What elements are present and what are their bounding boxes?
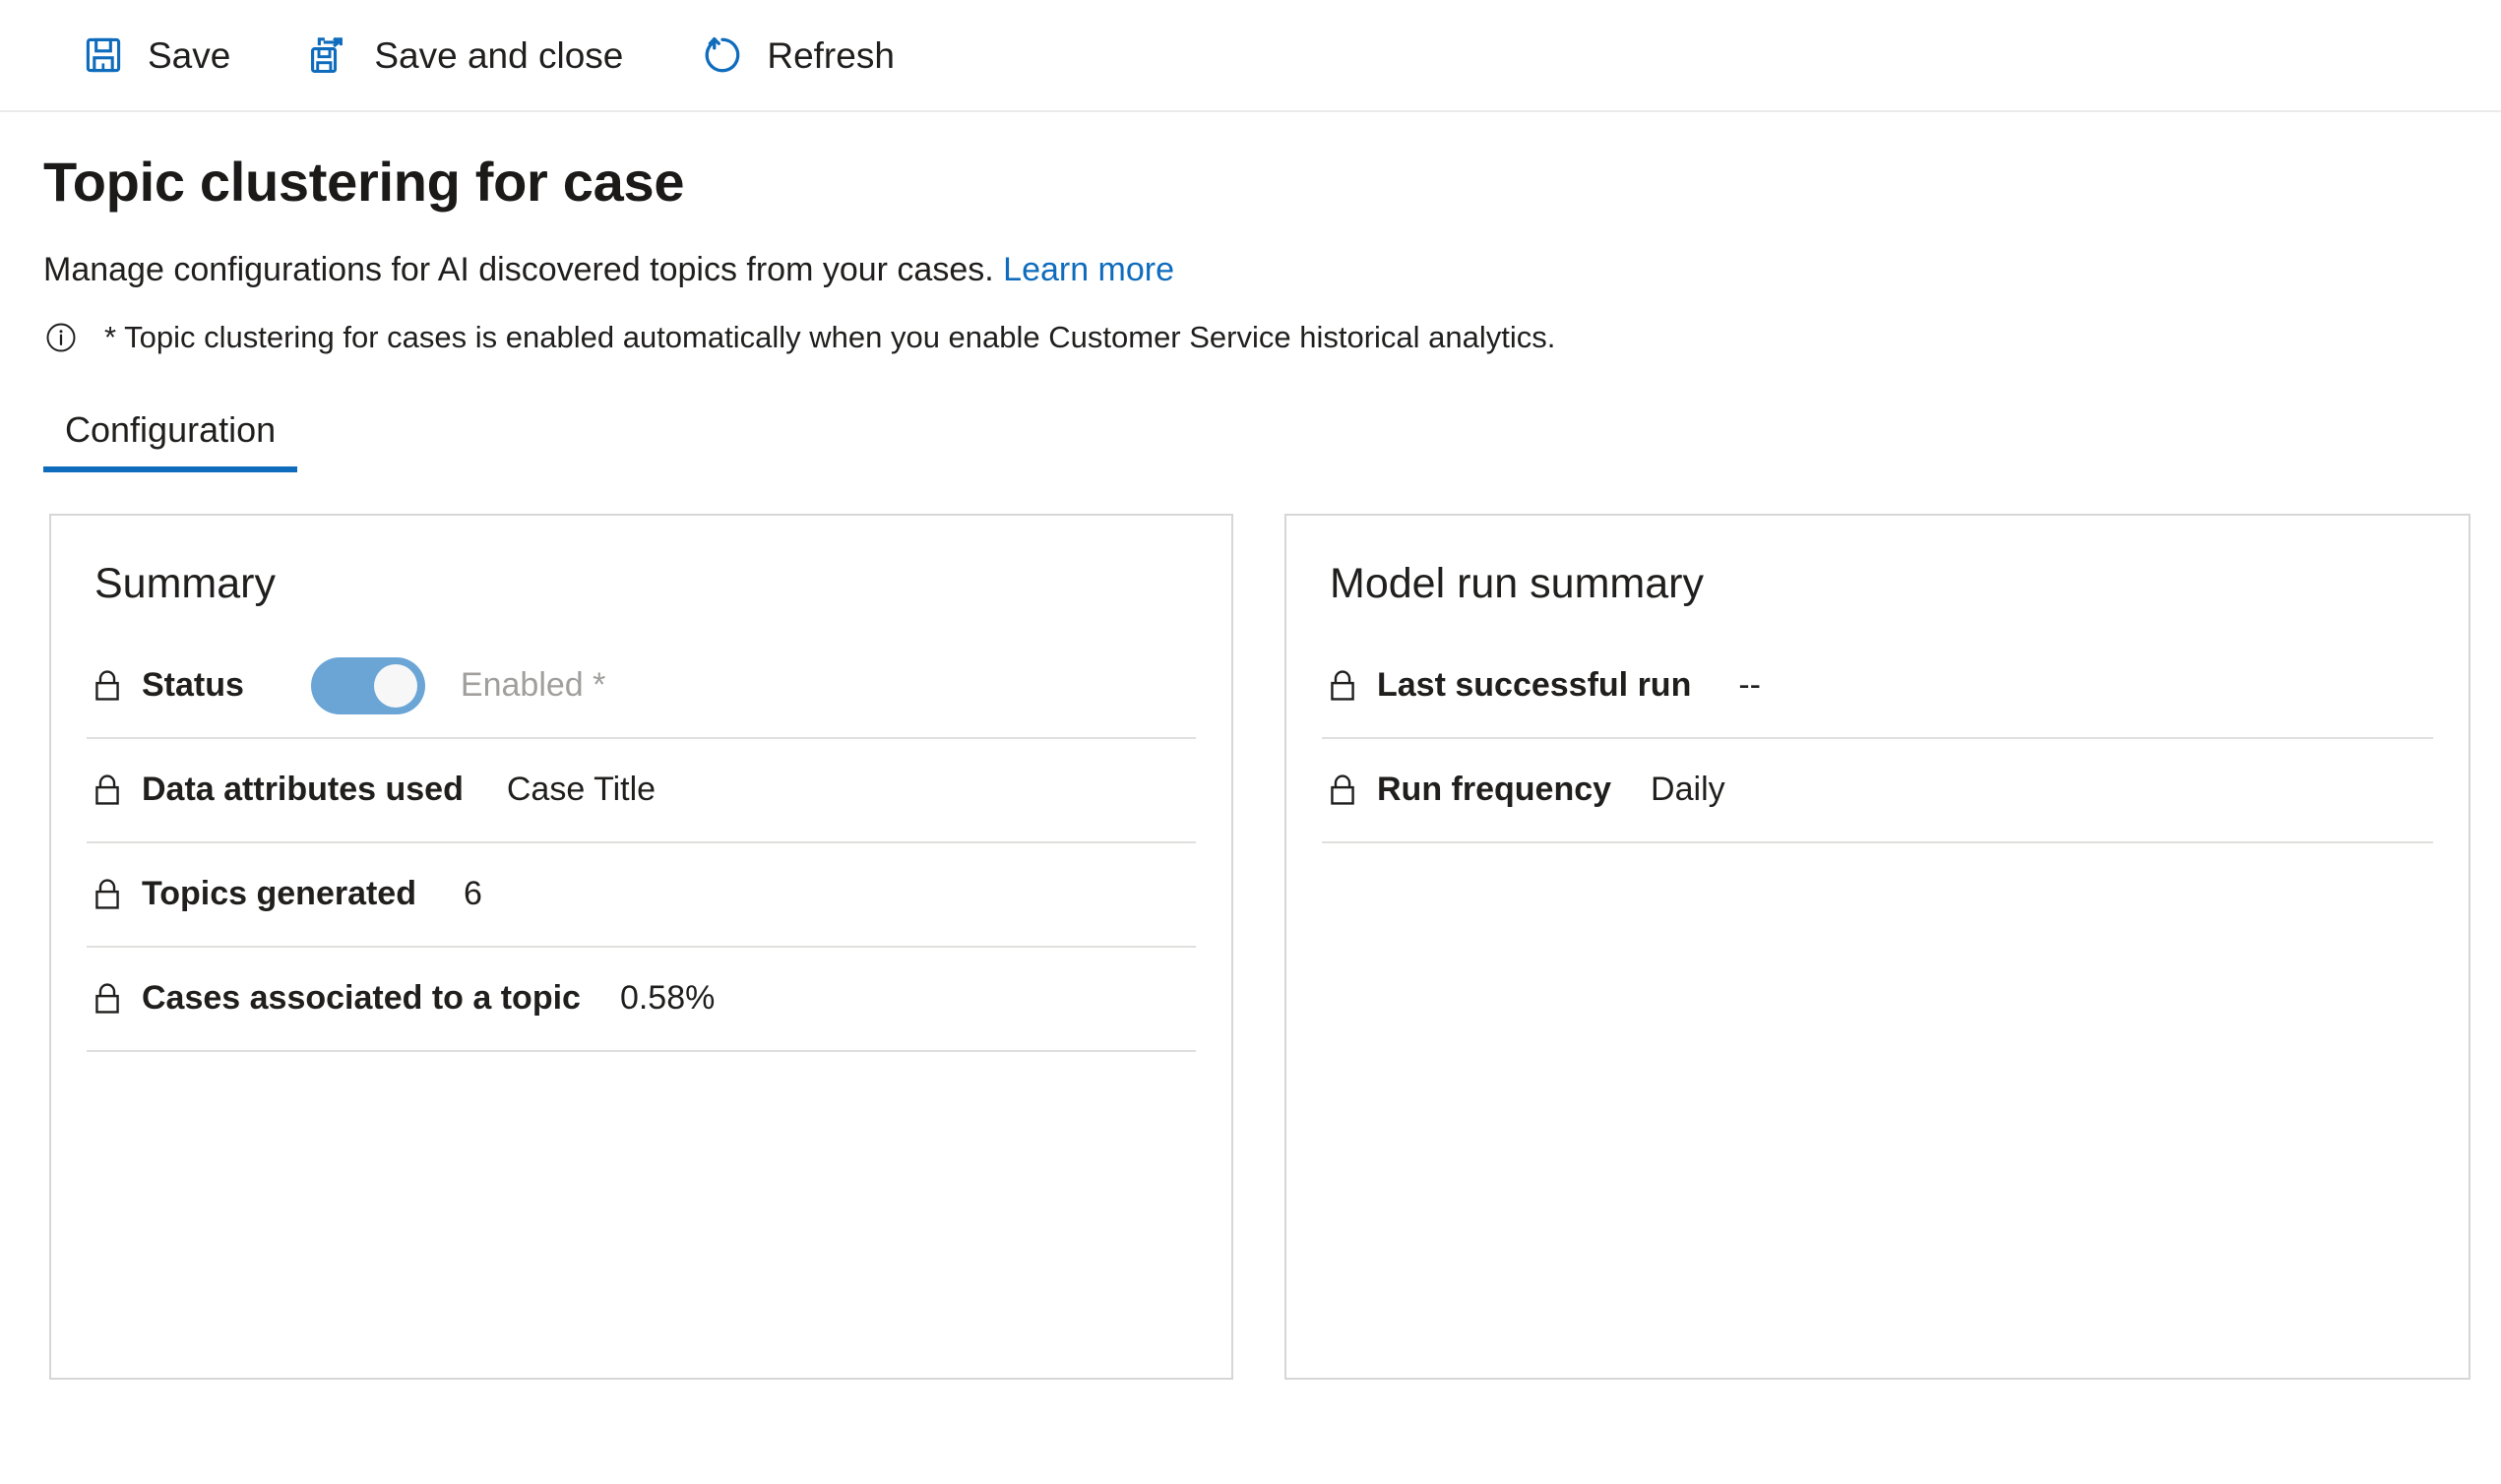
save-icon [81, 32, 126, 78]
tab-configuration-label: Configuration [65, 408, 277, 450]
save-and-close-button[interactable]: Save and close [297, 23, 651, 88]
save-and-close-icon [307, 32, 352, 78]
lock-icon [1326, 772, 1359, 809]
refresh-button[interactable]: Refresh [690, 23, 922, 88]
field-cases-associated-to-a-topic-value: 0.58% [619, 979, 716, 1018]
refresh-icon [700, 32, 745, 78]
model-run-summary-card: Model run summary Last successful run -- [1284, 513, 2470, 1380]
field-topics-generated-value: 6 [464, 875, 482, 913]
lock-icon [1326, 667, 1359, 705]
field-status: Status Enabled * [87, 635, 1196, 739]
lock-icon [91, 667, 124, 705]
page-description: Manage configurations for AI discovered … [43, 250, 2501, 290]
save-button-label: Save [148, 34, 231, 76]
status-toggle-knob [373, 663, 417, 708]
summary-field-list: Status Enabled * Data attributes used Ca… [51, 635, 1231, 1052]
tab-list: Configuration [0, 409, 2501, 472]
field-data-attributes-used-label: Data attributes used [142, 771, 464, 809]
field-last-successful-run-value: -- [1738, 666, 1761, 705]
tab-configuration[interactable]: Configuration [43, 408, 298, 472]
save-button[interactable]: Save [71, 23, 258, 88]
status-toggle-value: Enabled * [460, 666, 606, 705]
field-status-label: Status [142, 666, 244, 705]
model-run-summary-card-title: Model run summary [1330, 559, 1704, 607]
lock-icon [91, 876, 124, 913]
page-description-text: Manage configurations for AI discovered … [43, 250, 994, 288]
info-note-text: * Topic clustering for cases is enabled … [104, 320, 1556, 355]
page-header: Topic clustering for case Manage configu… [0, 112, 2501, 356]
field-run-frequency-value: Daily [1651, 771, 1725, 809]
field-cases-associated-to-a-topic-label: Cases associated to a topic [142, 979, 581, 1018]
page-title: Topic clustering for case [43, 151, 685, 213]
summary-card-title: Summary [94, 559, 276, 607]
cards-container: Summary Status Enabled * Data attributes… [0, 513, 2501, 1380]
field-topics-generated-label: Topics generated [142, 875, 416, 913]
field-last-successful-run-label: Last successful run [1377, 666, 1692, 705]
refresh-button-label: Refresh [767, 34, 895, 76]
field-data-attributes-used-value: Case Title [506, 771, 657, 809]
lock-icon [91, 980, 124, 1018]
learn-more-link[interactable]: Learn more [1003, 251, 1174, 288]
status-toggle[interactable] [310, 656, 425, 714]
save-and-close-button-label: Save and close [374, 34, 624, 76]
field-cases-associated-to-a-topic: Cases associated to a topic 0.58% [87, 948, 1196, 1052]
field-run-frequency: Run frequency Daily [1322, 739, 2433, 843]
lock-icon [91, 772, 124, 809]
info-icon [43, 320, 79, 355]
field-last-successful-run: Last successful run -- [1322, 635, 2433, 739]
model-run-field-list: Last successful run -- Run frequency Dai… [1286, 635, 2469, 843]
status-toggle-wrap: Enabled * [310, 656, 606, 714]
command-bar: Save Save and close Refresh [0, 0, 2501, 112]
field-topics-generated: Topics generated 6 [87, 843, 1196, 948]
field-data-attributes-used: Data attributes used Case Title [87, 739, 1196, 843]
field-run-frequency-label: Run frequency [1377, 771, 1612, 809]
info-note: * Topic clustering for cases is enabled … [43, 319, 2501, 355]
summary-card: Summary Status Enabled * Data attributes… [49, 513, 1233, 1380]
